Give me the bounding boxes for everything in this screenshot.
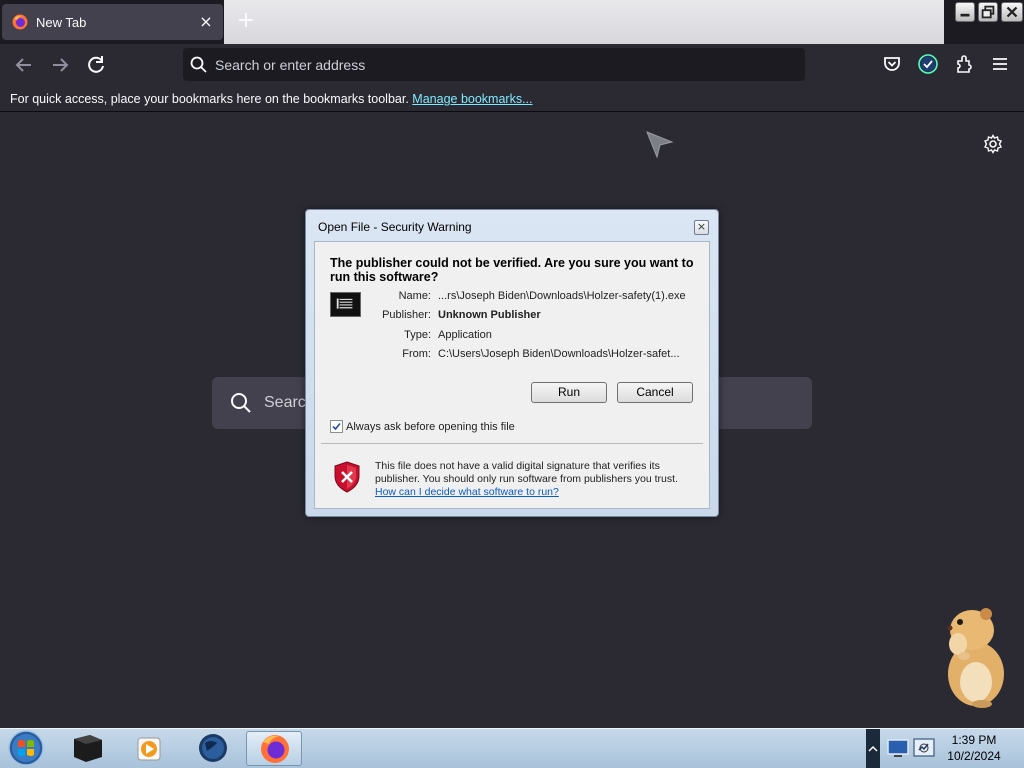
globe-icon — [199, 734, 227, 762]
terminal-box-icon — [74, 735, 102, 762]
dialog-close-button[interactable]: × — [694, 220, 709, 235]
menu-hamburger-icon[interactable] — [989, 53, 1011, 75]
hamster-image — [947, 608, 1004, 708]
new-tab-button[interactable]: + — [234, 8, 258, 34]
address-bar[interactable] — [183, 48, 805, 81]
chevron-up-icon — [868, 745, 878, 752]
media-player-icon — [137, 737, 161, 761]
system-clock[interactable]: 1:39 PM 10/2/2024 — [938, 732, 1010, 764]
manage-bookmarks-link[interactable]: Manage bookmarks... — [412, 92, 532, 106]
taskbar-app-globe[interactable] — [185, 731, 241, 766]
page-search-icon — [231, 393, 251, 413]
security-warning-dialog: Open File - Security Warning × The publi… — [305, 209, 719, 517]
bookmarks-toolbar: For quick access, place your bookmarks h… — [0, 86, 1024, 112]
firefox-taskbar-icon — [261, 735, 289, 763]
run-button[interactable]: Run — [531, 382, 607, 403]
clock-time: 1:39 PM — [951, 733, 997, 747]
title-bar-area — [224, 0, 944, 44]
taskbar-app-terminal[interactable] — [60, 731, 116, 766]
dialog-title: Open File - Security Warning — [318, 220, 472, 234]
start-button-icon[interactable] — [6, 729, 46, 767]
minimize-button[interactable] — [955, 2, 975, 22]
dialog-heading: The publisher could not be verified. Are… — [330, 256, 694, 284]
tab-new-tab[interactable]: New Tab × — [2, 4, 223, 40]
dialog-body: The publisher could not be verified. Are… — [314, 241, 710, 509]
address-input[interactable] — [215, 48, 775, 81]
cursor-arrow-icon — [646, 131, 674, 159]
name-value: ...rs\Joseph Biden\Downloads\Holzer-safe… — [438, 290, 686, 302]
search-icon — [190, 56, 207, 73]
cancel-button[interactable]: Cancel — [617, 382, 693, 403]
always-ask-label: Always ask before opening this file — [346, 420, 515, 433]
from-value: C:\Users\Joseph Biden\Downloads\Holzer-s… — [438, 348, 680, 360]
close-icon — [1006, 6, 1018, 18]
security-shield-icon — [334, 461, 360, 493]
tab-title: New Tab — [36, 14, 87, 30]
dialog-divider — [321, 443, 703, 444]
gear-icon[interactable] — [983, 134, 1003, 154]
from-label: From: — [402, 348, 431, 360]
window-close-button[interactable] — [1001, 2, 1023, 22]
always-ask-checkbox[interactable] — [330, 420, 343, 433]
network-icon[interactable] — [886, 737, 910, 759]
tab-close-icon[interactable]: × — [197, 13, 215, 31]
minimize-icon — [960, 13, 970, 17]
restore-icon — [981, 5, 995, 19]
decide-software-link[interactable]: How can I decide what software to run? — [375, 486, 559, 498]
publisher-label: Publisher: — [382, 309, 431, 321]
warning-text: This file does not have a valid digital … — [375, 460, 678, 485]
restore-button[interactable] — [978, 2, 998, 22]
volume-monitor-icon[interactable] — [912, 737, 936, 759]
extensions-icon[interactable] — [953, 53, 975, 75]
warning-message: This file does not have a valid digital … — [375, 460, 695, 499]
taskbar-app-firefox[interactable] — [246, 731, 302, 766]
bookmarks-hint-text: For quick access, place your bookmarks h… — [10, 92, 409, 106]
forward-arrow-icon[interactable] — [48, 53, 72, 77]
clock-date: 10/2/2024 — [947, 749, 1001, 763]
taskbar-app-media-player[interactable] — [122, 731, 178, 766]
publisher-value: Unknown Publisher — [438, 309, 541, 321]
name-label: Name: — [398, 290, 431, 302]
tray-show-hidden[interactable] — [866, 729, 880, 768]
account-sync-icon[interactable] — [917, 53, 939, 75]
pocket-icon[interactable] — [881, 53, 903, 75]
type-label: Type: — [404, 329, 431, 341]
firefox-icon — [12, 14, 28, 30]
type-value: Application — [438, 329, 492, 341]
reload-icon[interactable] — [84, 53, 108, 77]
always-ask-checkbox-row[interactable]: Always ask before opening this file — [330, 420, 515, 433]
back-arrow-icon[interactable] — [12, 53, 36, 77]
checkmark-icon — [332, 422, 341, 431]
